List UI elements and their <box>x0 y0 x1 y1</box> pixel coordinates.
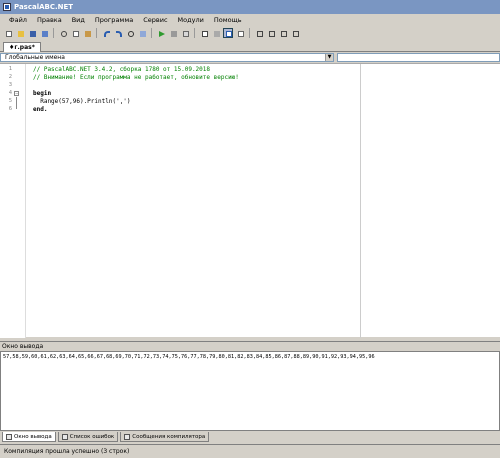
output-text: 57,58,59,60,61,62,63,64,65,66,67,68,69,7… <box>3 354 375 360</box>
cut-icon[interactable] <box>58 28 68 38</box>
tab-error-list[interactable]: Список ошибок <box>57 432 119 442</box>
toolbar-separator <box>194 28 195 38</box>
menu-modules[interactable]: Модули <box>173 16 209 24</box>
code-line: Range(57,96).Println(',') <box>33 98 131 105</box>
fold-toggle-icon[interactable]: − <box>14 91 19 96</box>
scope-value: Глобальные имена <box>5 54 65 61</box>
tab-label: Сообщения компилятора <box>132 433 206 440</box>
step-icon[interactable] <box>199 28 209 38</box>
status-bar: Компиляция прошла успешно (3 строк) <box>0 444 500 458</box>
format-icon[interactable] <box>266 28 276 38</box>
code-comment: // Внимание! Если программа не работает,… <box>33 74 239 81</box>
paste-icon[interactable] <box>82 28 92 38</box>
line-number: 1 <box>8 66 12 72</box>
toolbar-separator <box>96 28 97 38</box>
code-keyword: end. <box>33 106 48 113</box>
debug-icon[interactable] <box>180 28 190 38</box>
title-bar: PascalABC.NET <box>0 0 500 14</box>
line-number: 5 <box>8 98 12 104</box>
chevron-down-icon[interactable]: ▼ <box>325 54 333 61</box>
new-icon[interactable] <box>3 28 13 38</box>
output-window-icon[interactable] <box>223 28 233 38</box>
run-icon[interactable] <box>156 28 166 38</box>
right-margin-line <box>360 64 361 338</box>
line-number: 4 <box>8 90 12 96</box>
menu-view[interactable]: Вид <box>67 16 90 24</box>
save-all-icon[interactable] <box>39 28 49 38</box>
copy-icon[interactable] <box>70 28 80 38</box>
menu-program[interactable]: Программа <box>90 16 138 24</box>
code-editor[interactable]: 1 2 3 4 5 6 − // PascalABC.NET 3.4.2, сб… <box>0 63 500 338</box>
menu-help[interactable]: Помощь <box>209 16 247 24</box>
options-icon[interactable] <box>278 28 288 38</box>
compiler-messages-icon <box>124 433 131 440</box>
fold-line <box>16 97 17 109</box>
toolbar-separator <box>249 28 250 38</box>
output-panel-title: Окно вывода <box>0 341 500 351</box>
bottom-tab-strip: Окно вывода Список ошибок Сообщения комп… <box>0 432 500 443</box>
menu-bar: Файл Правка Вид Программа Сервис Модули … <box>0 14 500 26</box>
form-designer-icon[interactable] <box>235 28 245 38</box>
undo-icon[interactable] <box>101 28 111 38</box>
tab-output-window[interactable]: Окно вывода <box>2 432 56 442</box>
settings-icon[interactable] <box>290 28 300 38</box>
window-title: PascalABC.NET <box>14 3 74 11</box>
tab-label: Список ошибок <box>69 433 115 440</box>
tab-compiler-messages[interactable]: Сообщения компилятора <box>120 432 210 442</box>
status-text: Компиляция прошла успешно (3 строк) <box>4 448 130 455</box>
tab-label: Окно вывода <box>14 433 52 440</box>
toggle-icon[interactable] <box>211 28 221 38</box>
member-dropdown[interactable] <box>337 53 500 62</box>
save-icon[interactable] <box>27 28 37 38</box>
open-icon[interactable] <box>15 28 25 38</box>
app-icon <box>3 3 11 11</box>
stop-icon[interactable] <box>168 28 178 38</box>
line-number: 6 <box>8 106 12 112</box>
output-window-tab-icon <box>6 433 12 440</box>
code-keyword: begin <box>33 90 52 97</box>
toolbar-separator <box>53 28 54 38</box>
menu-file[interactable]: Файл <box>4 16 32 24</box>
toolbar <box>0 26 500 40</box>
line-number: 2 <box>8 74 12 80</box>
find-icon[interactable] <box>125 28 135 38</box>
menu-service[interactable]: Сервис <box>138 16 172 24</box>
error-list-icon <box>61 433 68 440</box>
file-tab[interactable]: ♦г.pas* <box>3 42 41 52</box>
output-panel[interactable]: 57,58,59,60,61,62,63,64,65,66,67,68,69,7… <box>0 351 500 431</box>
line-number: 3 <box>8 82 12 88</box>
file-tab-strip: ♦г.pas* <box>0 40 500 52</box>
navigation-bar: Глобальные имена ▼ <box>0 52 500 63</box>
scope-dropdown[interactable]: Глобальные имена ▼ <box>0 53 334 62</box>
line-gutter: 1 2 3 4 5 6 − <box>0 64 26 338</box>
toolbar-separator <box>151 28 152 38</box>
split-icon[interactable] <box>254 28 264 38</box>
menu-edit[interactable]: Правка <box>32 16 67 24</box>
redo-icon[interactable] <box>113 28 123 38</box>
code-comment: // PascalABC.NET 3.4.2, сборка 1780 от 1… <box>33 66 211 73</box>
replace-icon[interactable] <box>137 28 147 38</box>
